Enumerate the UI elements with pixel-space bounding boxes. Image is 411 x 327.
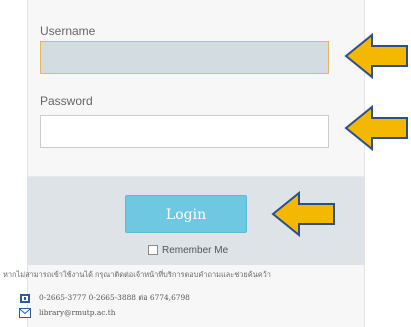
phone-numbers: 0-2665-3777 0-2665-3888 ต่อ 6774,6798: [39, 293, 190, 302]
phone-row: 0-2665-3777 0-2665-3888 ต่อ 6774,6798: [17, 292, 190, 304]
phone-icon: [17, 293, 33, 304]
credentials-area: Username Password: [28, 0, 364, 176]
username-label: Username: [40, 24, 96, 38]
password-input[interactable]: [40, 115, 329, 148]
left-pointing-arrow-icon: [271, 190, 335, 238]
email-row: library@rmutp.ac.th: [17, 307, 115, 318]
username-input[interactable]: [40, 41, 329, 74]
remember-me[interactable]: Remember Me: [148, 243, 228, 257]
support-notice: หากไม่สามารถเข้าใช้งานได้ กรุณาติดต่อเจ้…: [3, 270, 271, 279]
login-panel: Username Password Login Remember Me หากไ…: [3, 0, 365, 327]
email-address[interactable]: library@rmutp.ac.th: [39, 308, 115, 317]
login-button[interactable]: Login: [125, 195, 247, 233]
support-footer: หากไม่สามารถเข้าใช้งานได้ กรุณาติดต่อเจ้…: [3, 265, 364, 327]
password-label: Password: [40, 94, 93, 108]
mail-icon: [17, 307, 33, 318]
remember-me-label: Remember Me: [162, 244, 229, 256]
remember-me-checkbox[interactable]: [148, 245, 158, 255]
left-pointing-arrow-icon: [344, 32, 408, 80]
left-pointing-arrow-icon: [344, 104, 408, 152]
